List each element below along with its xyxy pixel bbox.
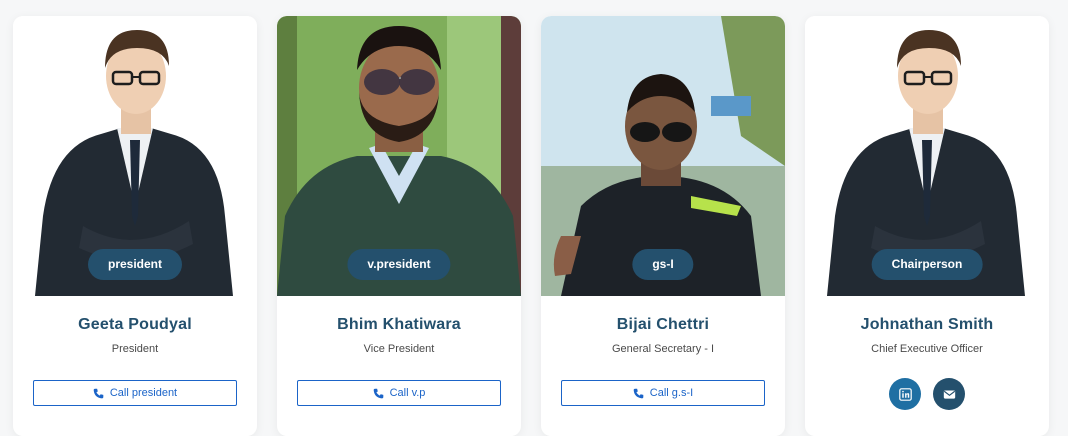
call-button[interactable]: Call v.p bbox=[297, 380, 501, 406]
role-badge: president bbox=[87, 249, 183, 280]
role-badge: Chairperson bbox=[871, 249, 983, 280]
member-name: Bijai Chettri bbox=[616, 316, 710, 333]
social-links bbox=[805, 378, 1049, 410]
member-photo: v.president bbox=[277, 16, 521, 296]
member-title: Chief Executive Officer bbox=[871, 343, 983, 355]
member-title: President bbox=[111, 343, 159, 355]
call-button-label: Call g.s-I bbox=[649, 387, 694, 399]
phone-icon bbox=[373, 388, 383, 398]
member-title: General Secretary - I bbox=[611, 343, 715, 355]
member-title: Vice President bbox=[363, 343, 435, 355]
envelope-icon bbox=[943, 389, 955, 399]
member-name: Johnathan Smith bbox=[860, 316, 994, 333]
team-card-general-secretary: gs-I Bijai Chettri General Secretary - I… bbox=[541, 16, 785, 436]
team-card-chairperson: Chairperson Johnathan Smith Chief Execut… bbox=[805, 16, 1049, 436]
call-button[interactable]: Call g.s-I bbox=[561, 380, 765, 406]
member-photo: gs-I bbox=[541, 16, 785, 296]
role-badge: gs-I bbox=[632, 249, 694, 280]
team-card-vice-president: v.president Bhim Khatiwara Vice Presiden… bbox=[277, 16, 521, 436]
call-button-label: Call president bbox=[109, 387, 178, 399]
linkedin-button[interactable] bbox=[889, 378, 921, 410]
email-button[interactable] bbox=[933, 378, 965, 410]
phone-icon bbox=[93, 388, 104, 398]
team-card-president: president Geeta Poudyal President Call p… bbox=[13, 16, 257, 436]
linkedin-icon bbox=[898, 387, 912, 401]
member-photo: president bbox=[13, 16, 257, 296]
team-grid: president Geeta Poudyal President Call p… bbox=[13, 16, 1049, 436]
member-name: Geeta Poudyal bbox=[78, 316, 192, 333]
call-button-label: Call v.p bbox=[389, 387, 426, 399]
member-photo: Chairperson bbox=[805, 16, 1049, 296]
role-badge: v.president bbox=[347, 249, 451, 280]
call-button[interactable]: Call president bbox=[33, 380, 237, 406]
member-name: Bhim Khatiwara bbox=[337, 316, 461, 333]
phone-icon bbox=[633, 388, 644, 398]
